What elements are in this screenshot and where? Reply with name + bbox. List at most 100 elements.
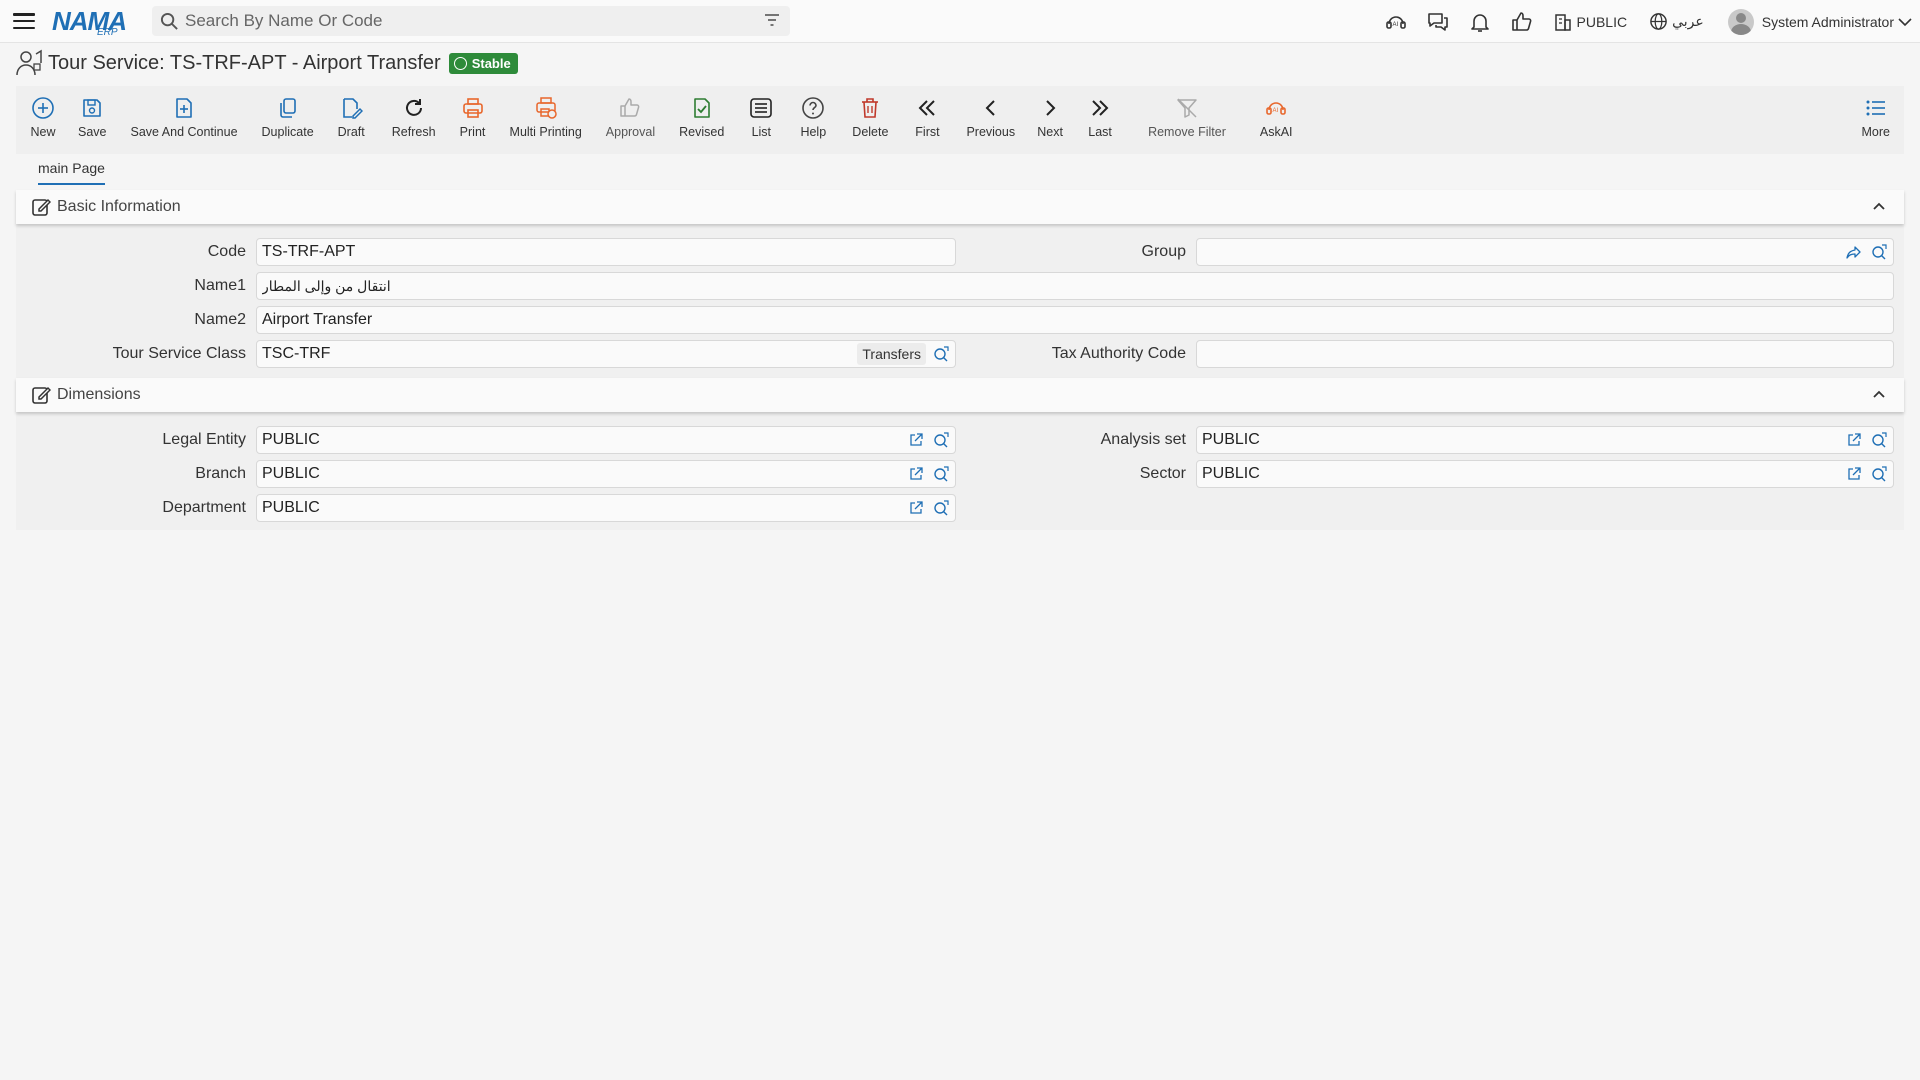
ai-icon: AI <box>1263 95 1289 121</box>
refresh-button[interactable]: Refresh <box>392 86 436 139</box>
logo[interactable]: NAMA ERP <box>52 3 136 39</box>
context-label: PUBLIC <box>1576 13 1628 30</box>
globe-icon <box>1650 13 1667 30</box>
lookup-search-icon[interactable] <box>1868 463 1890 485</box>
save-continue-icon <box>171 95 197 121</box>
duplicate-button[interactable]: Duplicate <box>262 86 314 139</box>
tax-authority-field[interactable] <box>1196 340 1894 368</box>
revised-icon <box>689 95 715 121</box>
name1-field[interactable]: انتقال من وإلى المطار <box>256 272 1894 300</box>
department-field[interactable]: PUBLIC <box>256 494 956 522</box>
lookup-search-icon[interactable] <box>930 463 952 485</box>
branch-field[interactable]: PUBLIC <box>256 460 956 488</box>
delete-button[interactable]: Delete <box>852 86 888 139</box>
more-button[interactable]: More <box>1862 86 1890 139</box>
help-button[interactable]: Help <box>800 86 826 139</box>
new-button[interactable]: New <box>30 86 56 139</box>
section-title: Dimensions <box>57 386 141 403</box>
search-input[interactable] <box>185 11 745 31</box>
section-title: Basic Information <box>57 198 181 215</box>
tour-service-class-field[interactable]: TSC-TRF Transfers <box>256 340 956 368</box>
chevron-right-icon <box>1037 95 1063 121</box>
lookup-search-icon[interactable] <box>930 343 952 365</box>
open-link-icon[interactable] <box>1843 429 1865 451</box>
legal-entity-field[interactable]: PUBLIC <box>256 426 956 454</box>
approval-button[interactable]: Approval <box>606 86 655 139</box>
menu-icon[interactable] <box>13 13 35 29</box>
previous-button[interactable]: Previous <box>966 86 1015 139</box>
bell-icon[interactable] <box>1467 9 1493 35</box>
sector-field[interactable]: PUBLIC <box>1196 460 1894 488</box>
branch-row: Branch PUBLIC <box>16 460 956 488</box>
user-menu[interactable]: System Administrator <box>1727 8 1912 35</box>
analysis-set-row: Analysis set PUBLIC <box>956 426 1894 454</box>
tab-bar: main Page <box>38 160 105 185</box>
chat-icon[interactable] <box>1425 9 1451 35</box>
chevron-up-icon[interactable] <box>1872 199 1886 213</box>
section-header[interactable]: Basic Information <box>16 190 1904 224</box>
more-list-icon <box>1863 95 1889 121</box>
department-row: Department PUBLIC <box>16 494 956 522</box>
print-button[interactable]: Print <box>460 86 486 139</box>
context-selector[interactable]: PUBLIC <box>1553 12 1628 32</box>
page-title: Tour Service: TS-TRF-APT - Airport Trans… <box>48 51 441 74</box>
thumbs-up-icon <box>617 95 643 121</box>
open-link-icon[interactable] <box>1843 463 1865 485</box>
duplicate-icon <box>275 95 301 121</box>
plus-circle-icon <box>30 95 56 121</box>
name2-field[interactable]: Airport Transfer <box>256 306 1894 334</box>
group-label: Group <box>1141 243 1186 260</box>
check-circle-icon <box>453 56 467 70</box>
refresh-icon <box>401 95 427 121</box>
search-icon <box>160 12 178 30</box>
analysis-set-field[interactable]: PUBLIC <box>1196 426 1894 454</box>
open-link-icon[interactable] <box>905 497 927 519</box>
first-button[interactable]: First <box>914 86 940 139</box>
tour-guide-icon <box>16 49 42 76</box>
tax-authority-row: Tax Authority Code <box>956 340 1894 368</box>
legal-entity-label: Legal Entity <box>162 431 246 448</box>
building-icon <box>1554 13 1571 31</box>
list-button[interactable]: List <box>748 86 774 139</box>
analysis-set-label: Analysis set <box>1100 431 1186 448</box>
lookup-search-icon[interactable] <box>1868 429 1890 451</box>
next-button[interactable]: Next <box>1037 86 1063 139</box>
code-field[interactable]: TS-TRF-APT <box>256 238 956 266</box>
like-icon[interactable] <box>1509 9 1535 35</box>
tour-service-class-label: Tour Service Class <box>112 345 246 362</box>
lookup-search-icon[interactable] <box>930 497 952 519</box>
legal-entity-row: Legal Entity PUBLIC <box>16 426 956 454</box>
group-field[interactable] <box>1196 238 1894 266</box>
save-button[interactable]: Save <box>78 86 107 139</box>
basic-information-section: Basic Information Code TS-TRF-APT Group … <box>16 190 1904 378</box>
lookup-search-icon[interactable] <box>1868 241 1890 263</box>
edit-icon <box>32 386 51 404</box>
top-bar: NAMA ERP AI PUBLIC عربي System Admini <box>0 0 1920 43</box>
open-link-icon[interactable] <box>905 463 927 485</box>
share-icon[interactable] <box>1843 241 1865 263</box>
ai-assistant-icon[interactable]: AI <box>1383 9 1409 35</box>
save-icon <box>79 95 105 121</box>
multi-printing-button[interactable]: Multi Printing <box>510 86 582 139</box>
name2-row: Name2 Airport Transfer <box>16 306 1894 334</box>
lookup-search-icon[interactable] <box>930 429 952 451</box>
status-badge: Stable <box>448 52 518 74</box>
last-button[interactable]: Last <box>1087 86 1113 139</box>
save-and-continue-button[interactable]: Save And Continue <box>131 86 238 139</box>
section-header[interactable]: Dimensions <box>16 378 1904 412</box>
draft-icon <box>338 95 364 121</box>
askai-button[interactable]: AI AskAI <box>1260 86 1293 139</box>
open-link-icon[interactable] <box>905 429 927 451</box>
chevron-up-icon[interactable] <box>1872 387 1886 401</box>
language-selector[interactable]: عربي <box>1649 12 1704 31</box>
revised-button[interactable]: Revised <box>679 86 724 139</box>
remove-filter-button[interactable]: Remove Filter <box>1148 86 1226 139</box>
search-box <box>152 6 790 36</box>
avatar <box>1727 8 1754 35</box>
tab-main-page[interactable]: main Page <box>38 160 105 185</box>
svg-text:AI: AI <box>1273 108 1279 114</box>
sector-label: Sector <box>1139 465 1186 482</box>
class-name-tag: Transfers <box>857 343 926 365</box>
filter-icon[interactable] <box>764 13 780 27</box>
draft-button[interactable]: Draft <box>338 86 365 139</box>
